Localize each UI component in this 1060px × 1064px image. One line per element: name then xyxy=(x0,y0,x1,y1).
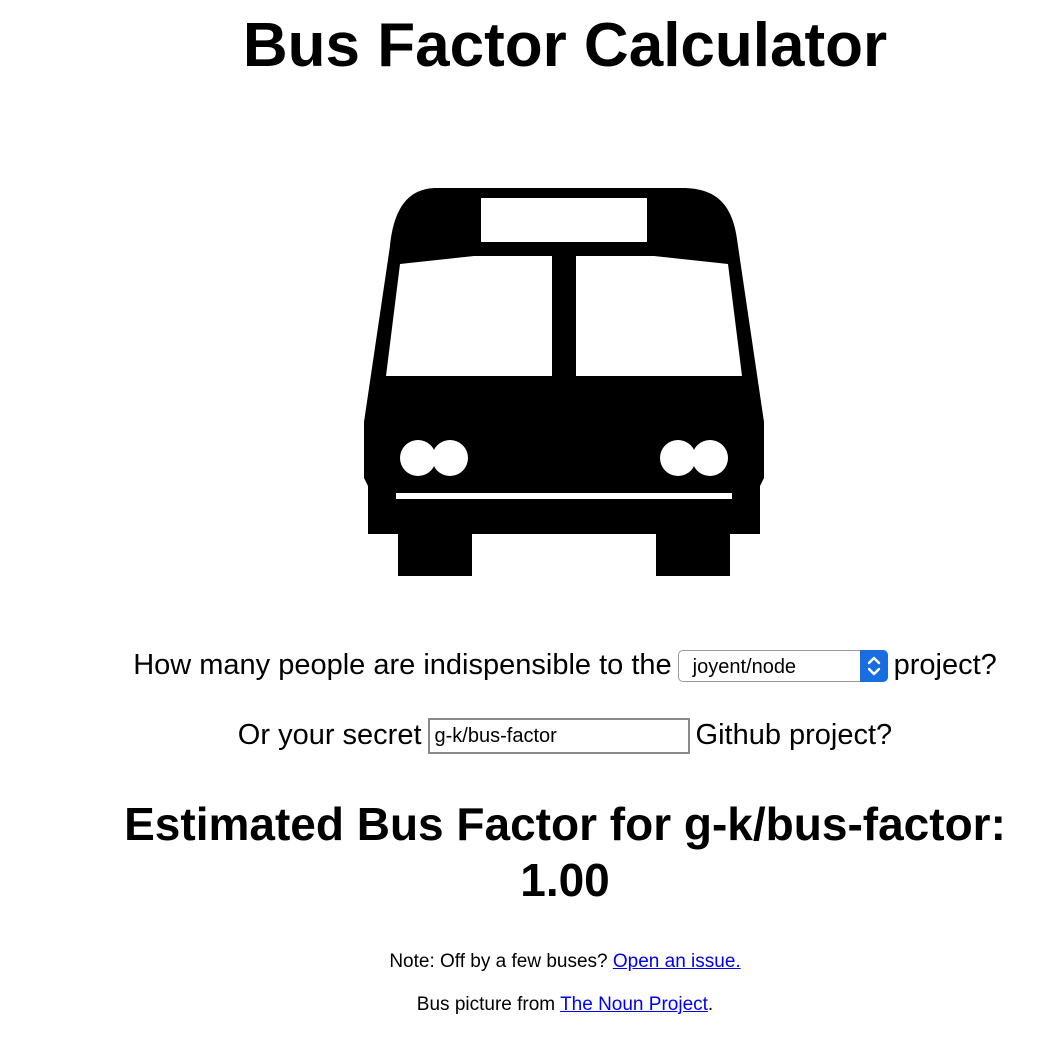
result-value: 1.00 xyxy=(520,854,610,906)
github-project-input[interactable] xyxy=(427,718,690,755)
bus-wheel-left xyxy=(398,532,472,576)
bus-factor-result: Estimated Bus Factor for g-k/bus-factor:… xyxy=(0,796,1060,908)
bus-icon xyxy=(364,188,764,576)
bus-wheel-right xyxy=(656,532,730,576)
page-title: Bus Factor Calculator xyxy=(242,11,888,80)
secret-suffix: Github project? xyxy=(695,719,893,751)
project-question: How many people are indispensible to the… xyxy=(0,647,1060,683)
bus-bumper-line xyxy=(396,493,732,499)
secret-project-row: Or your secret Github project? xyxy=(0,717,1060,755)
bus-headlight xyxy=(660,440,696,476)
bus-windshield-right xyxy=(576,256,742,376)
question-prefix: How many people are indispensible to the xyxy=(133,649,672,681)
bus-headlight xyxy=(432,440,468,476)
noun-project-link[interactable]: The Noun Project xyxy=(560,994,708,1015)
project-select[interactable]: joyent/node xyxy=(677,650,888,683)
open-issue-link[interactable]: Open an issue. xyxy=(613,951,741,972)
secret-prefix: Or your secret xyxy=(237,719,422,751)
project-select-value: joyent/node xyxy=(692,656,797,679)
bus-destination-sign xyxy=(481,198,647,242)
select-arrows-icon[interactable] xyxy=(859,650,888,683)
bus-headlight xyxy=(400,440,436,476)
issue-note: Note: Off by a few buses? Open an issue. xyxy=(0,950,1060,974)
credit-suffix: . xyxy=(707,994,714,1015)
result-label: Estimated Bus Factor for g-k/bus-factor: xyxy=(124,798,1006,850)
bus-windshield-left xyxy=(386,256,552,376)
bus-headlight xyxy=(692,440,728,476)
question-suffix: project? xyxy=(893,649,997,681)
issue-note-text: Note: Off by a few buses? xyxy=(389,951,608,972)
picture-credit: Bus picture from The Noun Project. xyxy=(0,993,1060,1017)
credit-text: Bus picture from xyxy=(416,994,556,1015)
